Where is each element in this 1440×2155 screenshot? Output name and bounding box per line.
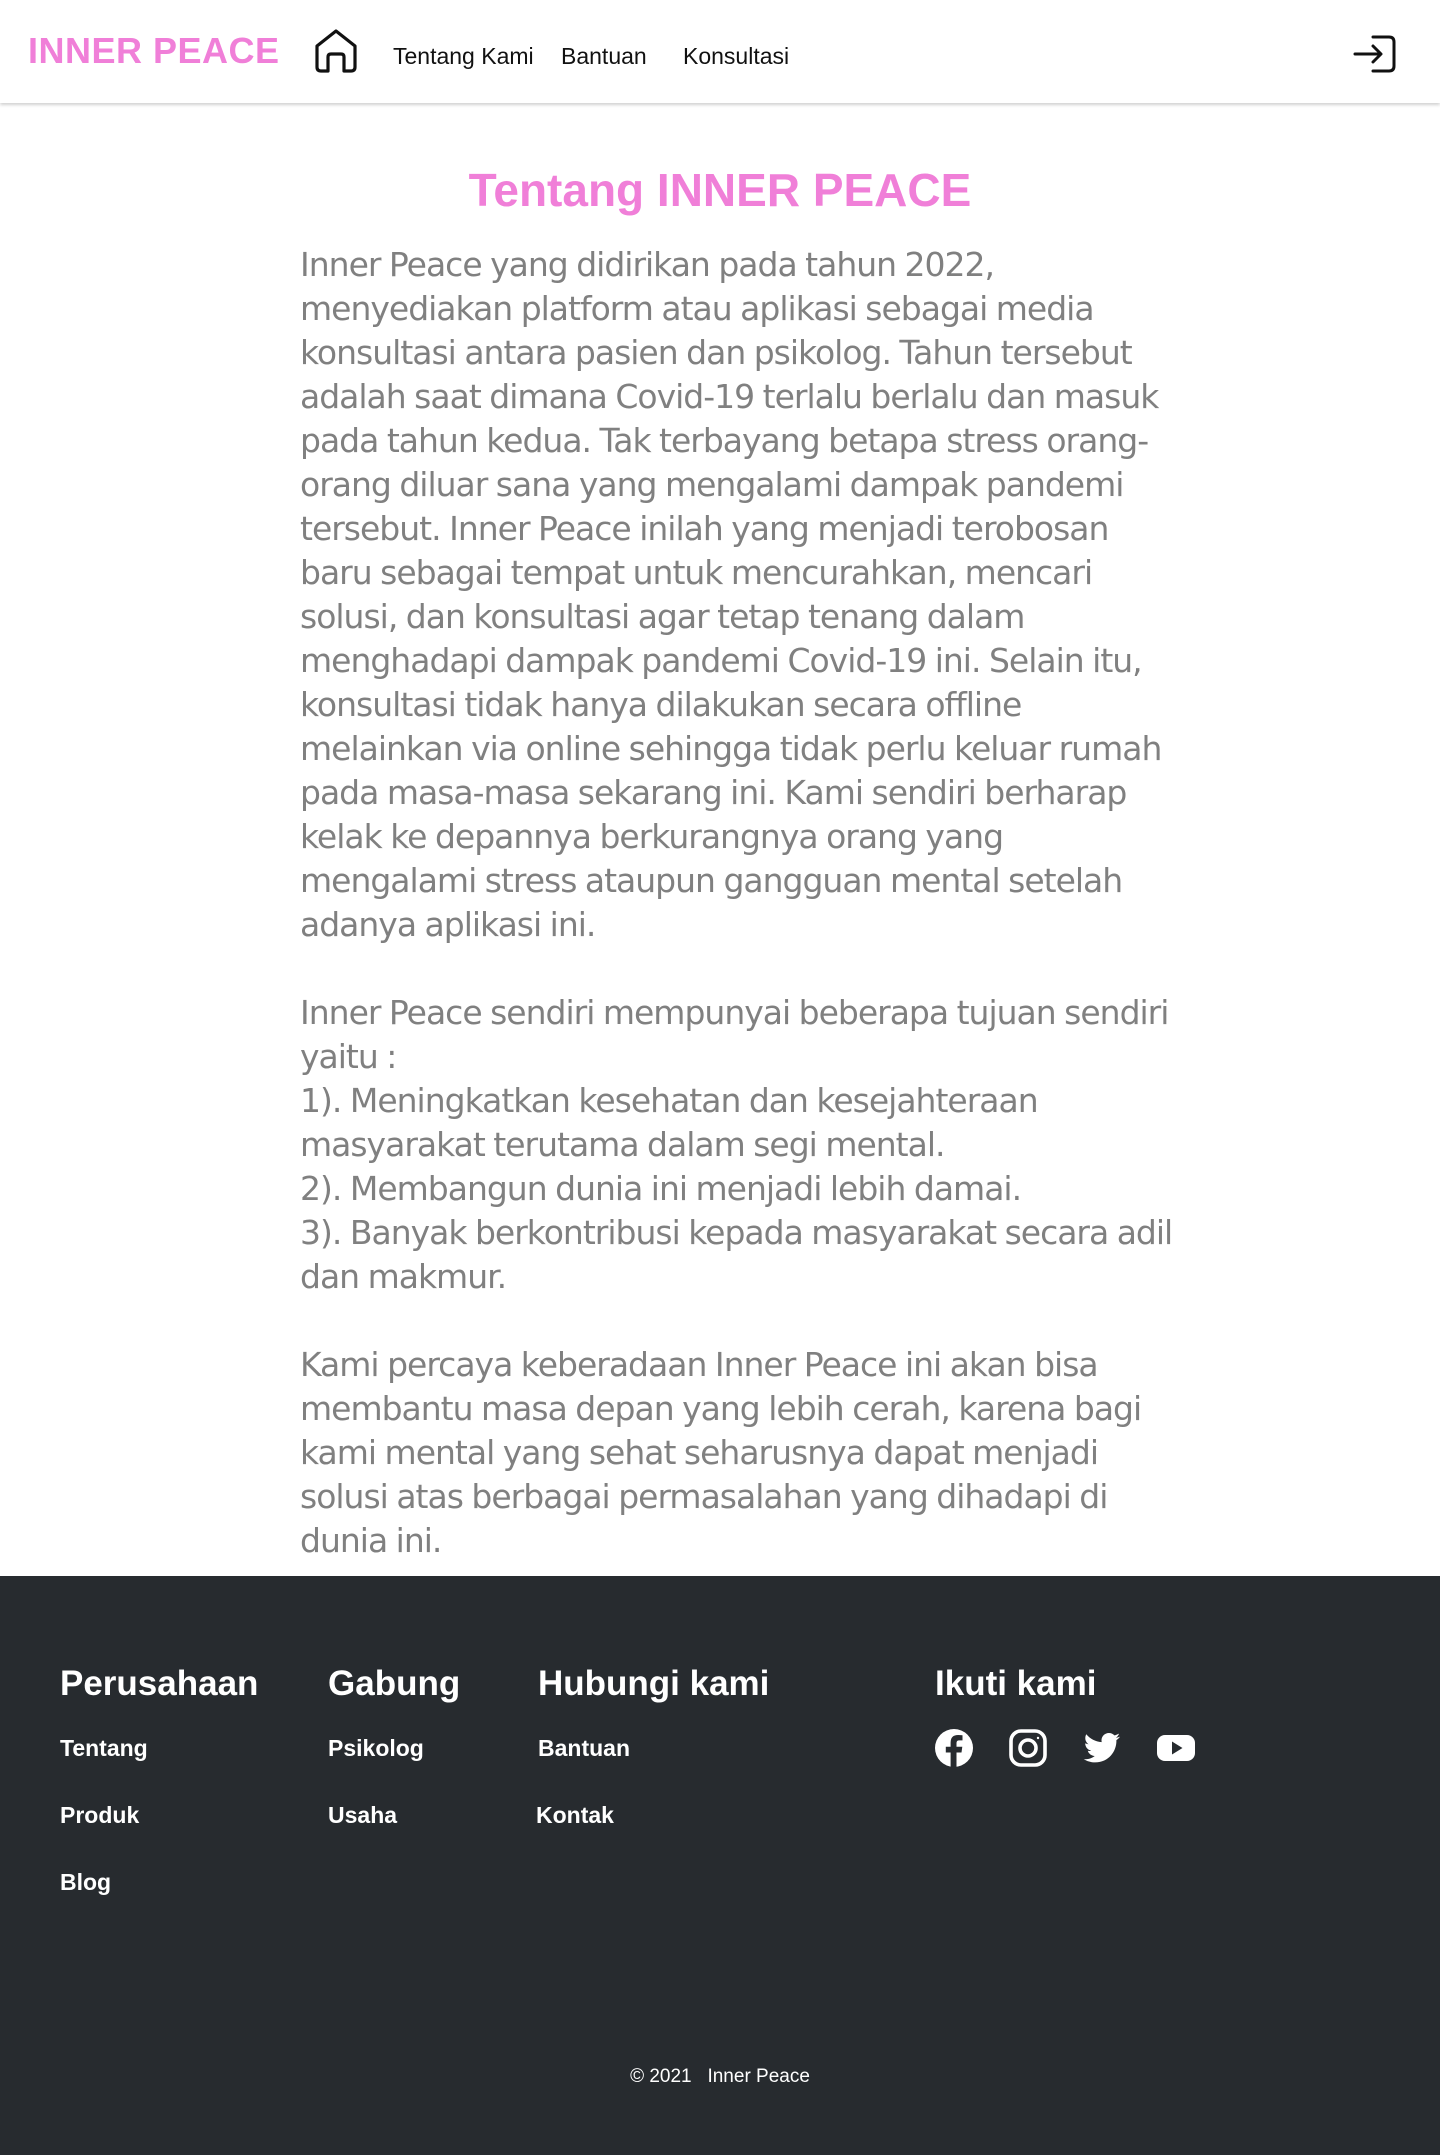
goal-item-3: 3). Banyak berkontribusi kepada masyarak… xyxy=(300,1213,1173,1296)
footer-link-blog[interactable]: Blog xyxy=(60,1869,111,1896)
about-section: Tentang INNER PEACE Inner Peace yang did… xyxy=(0,103,1440,1576)
about-paragraph-vision: Kami percaya keberadaan Inner Peace ini … xyxy=(300,1345,1142,1560)
footer-link-kontak[interactable]: Kontak xyxy=(536,1802,614,1829)
about-paragraph-history: Inner Peace yang didirikan pada tahun 20… xyxy=(300,245,1162,944)
footer-link-psikolog[interactable]: Psikolog xyxy=(328,1735,424,1762)
brand-logo[interactable]: INNER PEACE xyxy=(28,30,280,72)
nav-tentang-kami[interactable]: Tentang Kami xyxy=(393,43,534,70)
youtube-icon[interactable] xyxy=(1156,1728,1196,1768)
home-icon[interactable] xyxy=(312,26,360,76)
nav-bantuan[interactable]: Bantuan xyxy=(561,43,647,70)
footer-heading-gabung: Gabung xyxy=(328,1664,461,1703)
twitter-icon[interactable] xyxy=(1082,1728,1122,1768)
footer-link-produk[interactable]: Produk xyxy=(60,1802,139,1829)
goal-item-2: 2). Membangun dunia ini menjadi lebih da… xyxy=(300,1169,1022,1208)
login-icon[interactable] xyxy=(1352,30,1400,78)
facebook-icon[interactable] xyxy=(934,1728,974,1768)
site-footer: Perusahaan Tentang Produk Blog Gabung Ps… xyxy=(0,1576,1440,2155)
instagram-icon[interactable] xyxy=(1008,1728,1048,1768)
footer-link-usaha[interactable]: Usaha xyxy=(328,1802,397,1829)
footer-heading-perusahaan: Perusahaan xyxy=(60,1664,259,1703)
footer-link-bantuan[interactable]: Bantuan xyxy=(538,1735,630,1762)
nav-konsultasi[interactable]: Konsultasi xyxy=(683,43,789,70)
goals-intro: Inner Peace sendiri mempunyai beberapa t… xyxy=(300,993,1169,1076)
footer-link-tentang[interactable]: Tentang xyxy=(60,1735,148,1762)
about-article: Inner Peace yang didirikan pada tahun 20… xyxy=(300,243,1180,1607)
site-header: INNER PEACE Tentang Kami Bantuan Konsult… xyxy=(0,0,1440,103)
goal-item-1: 1). Meningkatkan kesehatan dan kesejahte… xyxy=(300,1081,1039,1164)
footer-heading-ikuti: Ikuti kami xyxy=(935,1664,1097,1703)
footer-heading-hubungi: Hubungi kami xyxy=(538,1664,770,1703)
page-title: Tentang INNER PEACE xyxy=(468,164,972,216)
copyright-text: © 2021 Inner Peace xyxy=(630,2066,810,2087)
